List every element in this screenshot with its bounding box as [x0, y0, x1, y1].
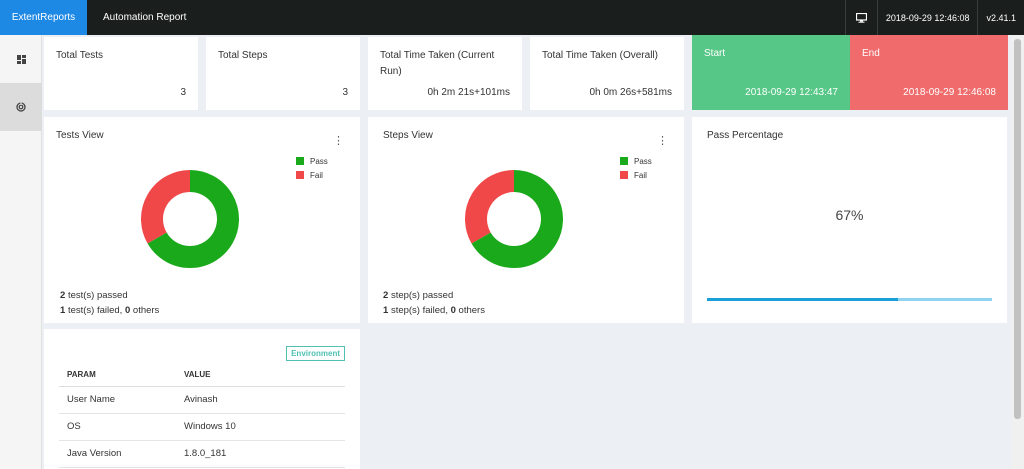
- steps-view-card: Steps View ⋮ Pass Fail 2 step(s) passed …: [368, 117, 684, 323]
- dashboard-icon: [16, 54, 26, 64]
- param-column-header: PARAM: [59, 364, 176, 387]
- table-row: Java Version 1.8.0_181: [59, 440, 345, 468]
- total-steps-value: 3: [342, 87, 348, 98]
- analytics-icon: [16, 102, 26, 112]
- start-time-card: Start 2018-09-29 12:43:47: [692, 35, 850, 110]
- donut-slice-fail[interactable]: [141, 170, 191, 244]
- param-cell: OS: [59, 413, 176, 441]
- total-tests-card: Total Tests 3: [44, 37, 198, 110]
- tests-passed-count: 2: [60, 290, 66, 301]
- start-label: Start: [704, 48, 726, 59]
- fail-swatch: [620, 171, 628, 179]
- time-current-label: Total Time Taken (Current Run): [380, 50, 495, 77]
- pass-percentage-card: Pass Percentage 67%: [692, 117, 1007, 323]
- value-cell: Avinash: [176, 386, 345, 414]
- tests-view-legend: Pass Fail: [296, 154, 328, 182]
- tests-others-count: 0: [124, 305, 131, 316]
- pass-progress-bar: [707, 298, 992, 301]
- steps-failed-count: 1: [383, 305, 389, 316]
- legend-label: Fail: [310, 170, 323, 180]
- start-value: 2018-09-29 12:43:47: [745, 87, 838, 98]
- tests-others-text: others: [132, 305, 160, 316]
- value-column-header: VALUE: [176, 364, 345, 387]
- environment-table: PARAM VALUE User Name Avinash OS Windows…: [59, 364, 345, 468]
- steps-passed-count: 2: [383, 290, 389, 301]
- top-right-info: 2018-09-29 12:46:08 v2.41.1: [844, 0, 1024, 35]
- tests-donut-chart: [141, 170, 239, 268]
- steps-others-text: others: [458, 305, 485, 316]
- legend-item-pass[interactable]: Pass: [296, 154, 328, 168]
- tests-failed-text: test(s) failed,: [67, 305, 123, 316]
- total-steps-card: Total Steps 3: [206, 37, 360, 110]
- table-row: User Name Avinash: [59, 386, 345, 414]
- report-title: Automation Report: [103, 12, 187, 23]
- time-overall-card: Total Time Taken (Overall) 0h 0m 26s+581…: [530, 37, 684, 110]
- tests-view-card: Tests View ⋮ Pass Fail 2 test(s) passed …: [44, 117, 360, 323]
- legend-item-pass[interactable]: Pass: [620, 154, 652, 168]
- tests-view-title: Tests View: [56, 130, 104, 141]
- pass-swatch: [296, 157, 304, 165]
- param-cell: Java Version: [59, 440, 176, 468]
- desktop-icon: [844, 0, 877, 35]
- steps-passed-text: step(s) passed: [390, 290, 454, 301]
- param-cell: User Name: [59, 386, 176, 414]
- steps-view-title: Steps View: [383, 130, 433, 141]
- scrollbar-thumb[interactable]: [1014, 39, 1021, 419]
- environment-badge: Environment: [286, 346, 345, 361]
- steps-view-menu-icon[interactable]: ⋮: [657, 136, 668, 147]
- legend-label: Pass: [310, 156, 328, 166]
- sidebar-item-dashboard[interactable]: [0, 35, 42, 83]
- steps-donut-chart: [465, 170, 563, 268]
- legend-label: Pass: [634, 156, 652, 166]
- total-tests-label: Total Tests: [56, 50, 104, 61]
- version-label: v2.41.1: [977, 0, 1024, 35]
- total-steps-label: Total Steps: [218, 50, 268, 61]
- top-navbar: ExtentReports Automation Report 2018-09-…: [0, 0, 1024, 35]
- environment-card: Environment PARAM VALUE User Name Avinas…: [44, 329, 360, 469]
- time-current-value: 0h 2m 21s+101ms: [427, 87, 510, 98]
- pass-swatch: [620, 157, 628, 165]
- table-header-row: PARAM VALUE: [59, 364, 345, 387]
- report-datetime: 2018-09-29 12:46:08: [876, 0, 978, 35]
- steps-view-legend: Pass Fail: [620, 154, 652, 182]
- value-cell: 1.8.0_181: [176, 440, 345, 468]
- sidebar: [0, 35, 42, 469]
- time-current-card: Total Time Taken (Current Run) 0h 2m 21s…: [368, 37, 522, 110]
- legend-label: Fail: [634, 170, 647, 180]
- table-row: OS Windows 10: [59, 413, 345, 441]
- legend-item-fail[interactable]: Fail: [620, 168, 652, 182]
- tests-passed-text: test(s) passed: [67, 290, 128, 301]
- pass-percentage-value: 67%: [835, 207, 864, 223]
- page-scrollbar[interactable]: [1011, 35, 1024, 469]
- tests-failed-count: 1: [60, 305, 66, 316]
- end-value: 2018-09-29 12:46:08: [903, 87, 996, 98]
- steps-summary: 2 step(s) passed 1 step(s) failed, 0 oth…: [383, 288, 485, 318]
- end-label: End: [862, 48, 880, 59]
- brand-logo[interactable]: ExtentReports: [0, 0, 87, 35]
- time-overall-label: Total Time Taken (Overall): [542, 50, 658, 61]
- legend-item-fail[interactable]: Fail: [296, 168, 328, 182]
- steps-failed-text: step(s) failed,: [390, 305, 448, 316]
- value-cell: Windows 10: [176, 413, 345, 441]
- end-time-card: End 2018-09-29 12:46:08: [850, 35, 1008, 110]
- steps-others-count: 0: [450, 305, 456, 316]
- sidebar-item-analytics[interactable]: [0, 83, 42, 131]
- pass-percentage-title: Pass Percentage: [707, 130, 784, 141]
- pass-progress-fill: [707, 298, 898, 301]
- tests-summary: 2 test(s) passed 1 test(s) failed, 0 oth…: [60, 288, 159, 318]
- time-overall-value: 0h 0m 26s+581ms: [589, 87, 672, 98]
- total-tests-value: 3: [180, 87, 186, 98]
- donut-slice-fail[interactable]: [465, 170, 515, 244]
- fail-swatch: [296, 171, 304, 179]
- tests-view-menu-icon[interactable]: ⋮: [333, 136, 344, 147]
